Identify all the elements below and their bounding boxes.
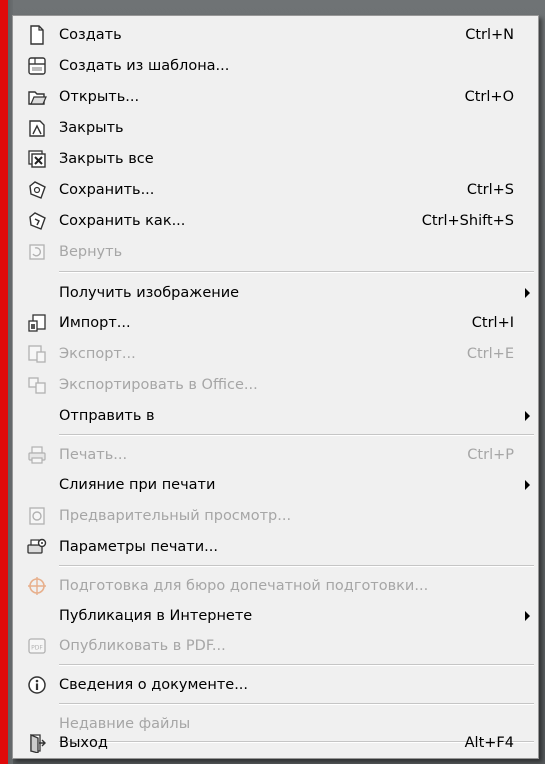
menu-item-shortcut: Ctrl+N xyxy=(465,27,514,43)
menu-item-label: Публикация в Интернете xyxy=(59,608,253,624)
info-icon xyxy=(15,670,59,700)
menu-item-acquire-image[interactable]: Получить изображение xyxy=(15,278,536,308)
new-document-icon xyxy=(15,20,59,50)
menu-separator xyxy=(59,271,534,273)
close-document-icon xyxy=(15,113,59,143)
menu-item-close[interactable]: Закрыть xyxy=(15,113,536,143)
menu-item-import[interactable]: Импорт... Ctrl+I xyxy=(15,308,536,338)
menu-item-label: Отправить в xyxy=(59,408,155,424)
import-icon xyxy=(15,308,59,338)
menu-item-send-to[interactable]: Отправить в xyxy=(15,401,536,431)
export-icon xyxy=(15,339,59,369)
menu-separator xyxy=(59,703,534,705)
menu-item-shortcut: Ctrl+Shift+S xyxy=(421,213,514,229)
menu-item-document-info[interactable]: Сведения о документе... xyxy=(15,670,536,700)
menu-item-label: Получить изображение xyxy=(59,285,240,301)
menu-item-label: Сохранить... xyxy=(59,182,155,198)
menu-item-label: Закрыть все xyxy=(59,151,154,167)
menu-item-shortcut: Alt+F4 xyxy=(464,735,514,751)
menu-item-new[interactable]: Создать Ctrl+N xyxy=(15,20,536,50)
menu-item-print[interactable]: Печать... Ctrl+P xyxy=(15,440,536,470)
submenu-arrow-icon xyxy=(525,411,530,421)
menu-item-print-settings[interactable]: Параметры печати... xyxy=(15,532,536,562)
menu-item-label: Слияние при печати xyxy=(59,477,216,493)
exit-icon xyxy=(15,728,59,758)
new-from-template-icon xyxy=(15,51,59,81)
save-as-icon xyxy=(15,206,59,236)
menu-item-open[interactable]: Открыть... Ctrl+O xyxy=(15,82,536,112)
menu-item-publish-pdf[interactable]: PDF Опубликовать в PDF... xyxy=(15,631,536,661)
menu-item-label: Экспорт... xyxy=(59,346,136,362)
revert-icon xyxy=(15,237,59,267)
menu-item-save-as[interactable]: Сохранить как... Ctrl+Shift+S xyxy=(15,206,536,236)
svg-text:PDF: PDF xyxy=(31,645,43,652)
print-icon xyxy=(15,440,59,470)
print-settings-icon xyxy=(15,532,59,562)
menu-item-label: Закрыть xyxy=(59,120,124,136)
menu-item-revert[interactable]: Вернуть xyxy=(15,237,536,267)
menu-item-exit[interactable]: Выход Alt+F4 xyxy=(15,728,536,758)
menu-item-save[interactable]: Сохранить... Ctrl+S xyxy=(15,175,536,205)
menu-item-new-from-template[interactable]: Создать из шаблона... xyxy=(15,51,536,81)
menu-item-label: Подготовка для бюро допечатной подготовк… xyxy=(59,578,429,594)
menu-item-publish-web[interactable]: Публикация в Интернете xyxy=(15,601,536,631)
menu-item-shortcut: Ctrl+O xyxy=(464,89,514,105)
menu-separator xyxy=(59,565,534,567)
close-all-icon xyxy=(15,144,59,174)
red-highlight-bar xyxy=(0,0,8,764)
submenu-arrow-icon xyxy=(525,480,530,490)
menu-item-label: Экспортировать в Office... xyxy=(59,377,258,393)
menu-item-export[interactable]: Экспорт... Ctrl+E xyxy=(15,339,536,369)
open-folder-icon xyxy=(15,82,59,112)
file-menu: Создать Ctrl+N Создать из шаблона... Отк… xyxy=(12,15,539,759)
menu-item-export-office[interactable]: Экспортировать в Office... xyxy=(15,370,536,400)
menu-item-label: Предварительный просмотр... xyxy=(59,508,292,524)
pdf-icon: PDF xyxy=(15,631,59,661)
menu-item-label: Импорт... xyxy=(59,315,131,331)
save-icon xyxy=(15,175,59,205)
export-office-icon xyxy=(15,370,59,400)
menu-item-print-preview[interactable]: Предварительный просмотр... xyxy=(15,501,536,531)
print-preview-icon xyxy=(15,501,59,531)
menu-item-shortcut: Ctrl+P xyxy=(467,447,514,463)
menu-item-shortcut: Ctrl+I xyxy=(471,315,514,331)
menu-item-close-all[interactable]: Закрыть все xyxy=(15,144,536,174)
menu-separator xyxy=(59,434,534,436)
submenu-arrow-icon xyxy=(525,288,530,298)
menu-separator xyxy=(59,664,534,666)
menu-item-label: Вернуть xyxy=(59,244,123,260)
prepress-icon xyxy=(15,571,59,601)
menu-item-label: Опубликовать в PDF... xyxy=(59,638,226,654)
menu-item-prepress[interactable]: Подготовка для бюро допечатной подготовк… xyxy=(15,571,536,601)
menu-item-label: Сведения о документе... xyxy=(59,677,249,693)
menu-item-label: Параметры печати... xyxy=(59,539,218,555)
menu-item-shortcut: Ctrl+E xyxy=(466,346,514,362)
menu-item-print-merge[interactable]: Слияние при печати xyxy=(15,470,536,500)
menu-item-label: Печать... xyxy=(59,447,128,463)
menu-item-shortcut: Ctrl+S xyxy=(466,182,514,198)
submenu-arrow-icon xyxy=(525,611,530,621)
menu-item-label: Создать из шаблона... xyxy=(59,58,230,74)
